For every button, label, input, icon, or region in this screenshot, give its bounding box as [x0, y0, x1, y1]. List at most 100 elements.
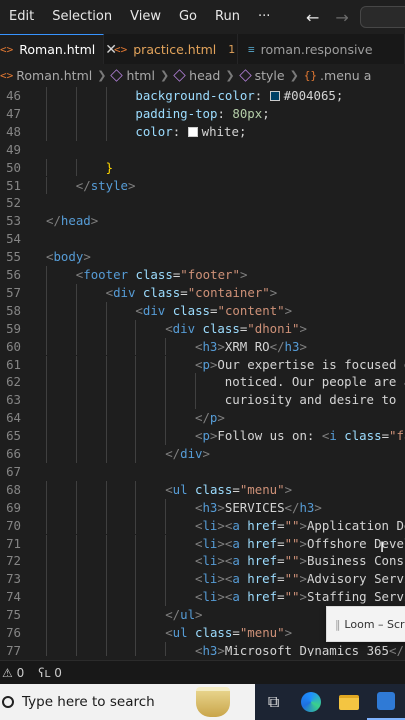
edge-browser-icon[interactable] — [292, 684, 330, 720]
menu-more[interactable]: ··· — [249, 0, 279, 34]
line-number[interactable]: 71 — [0, 535, 21, 553]
code-line[interactable]: 47 padding-top: 80px; — [0, 104, 405, 123]
code-line[interactable]: 71<li><a href="">Offshore Develo — [0, 534, 405, 553]
code-line[interactable]: 68 <ul class="menu"> — [0, 480, 405, 499]
indent-guide — [135, 534, 137, 553]
line-number[interactable]: 63 — [0, 391, 21, 409]
breadcrumb-style[interactable]: style — [255, 68, 285, 83]
menu-view[interactable]: View — [121, 0, 170, 34]
breadcrumb-head[interactable]: head — [189, 68, 220, 83]
code-line[interactable]: 49 — [0, 141, 405, 159]
line-number[interactable]: 70 — [0, 517, 21, 535]
code-line[interactable]: 48 color: white; — [0, 122, 405, 141]
line-number[interactable]: 59 — [0, 320, 21, 338]
indent-guide — [46, 87, 47, 105]
task-view-icon[interactable]: ⧉ — [255, 684, 293, 720]
code-line[interactable]: 54 — [0, 230, 405, 248]
line-number[interactable]: 48 — [0, 123, 21, 141]
code-line[interactable]: 63 curiosity and desire to sol — [0, 391, 405, 410]
line-number[interactable]: 62 — [0, 373, 21, 391]
code-line[interactable]: 50} — [0, 158, 405, 177]
line-number[interactable]: 51 — [0, 177, 21, 195]
line-number[interactable]: 60 — [0, 338, 21, 356]
code-line[interactable]: 64 </p> — [0, 409, 405, 428]
line-number[interactable]: 76 — [0, 624, 21, 642]
code-line[interactable]: 53 </head> — [0, 212, 405, 230]
command-center-search[interactable] — [360, 6, 405, 28]
color-swatch[interactable] — [269, 91, 280, 101]
line-number[interactable]: 49 — [0, 141, 21, 159]
code-line[interactable]: 72<li><a href="">Business Consul — [0, 552, 405, 571]
line-number[interactable]: 47 — [0, 105, 21, 123]
code-token: = — [277, 535, 285, 551]
loom-recording-popup[interactable]: || Loom – Scr — [326, 606, 405, 642]
menu-edit[interactable]: Edit — [0, 0, 43, 34]
line-number[interactable]: 57 — [0, 284, 21, 302]
forward-arrow-icon[interactable]: → — [335, 8, 348, 27]
problems-indicator[interactable]: ⚠ 0 — [2, 666, 24, 680]
code-line[interactable]: 61 <p>Our expertise is focused on — [0, 355, 405, 374]
line-number[interactable]: 73 — [0, 570, 21, 588]
code-line[interactable]: 60 <h3>XRM RO</h3> — [0, 337, 405, 356]
code-line[interactable]: 56 <footer class="footer"> — [0, 266, 405, 284]
line-number[interactable]: 50 — [0, 159, 21, 177]
code-line[interactable]: 46 background-color: #004065; — [0, 87, 405, 105]
code-line[interactable]: 58 <div class="content"> — [0, 301, 405, 320]
indent-guide — [46, 176, 47, 195]
line-number[interactable]: 58 — [0, 302, 21, 320]
code-line[interactable]: 66 </div> — [0, 445, 405, 463]
line-number[interactable]: 61 — [0, 356, 21, 374]
code-editor[interactable]: 46 background-color: #004065; 47 padding-to… — [0, 86, 405, 656]
back-arrow-icon[interactable]: ← — [306, 8, 319, 27]
line-number[interactable]: 69 — [0, 499, 21, 517]
breadcrumb-file[interactable]: Roman.html — [16, 68, 92, 83]
vscode-app-icon[interactable] — [367, 684, 405, 720]
code-line[interactable]: 57 <div class="container"> — [0, 283, 405, 302]
line-number[interactable]: 75 — [0, 606, 21, 624]
code-line[interactable]: 55 <body> — [0, 248, 405, 266]
menu-run[interactable]: Run — [206, 0, 249, 34]
file-explorer-icon[interactable] — [330, 684, 368, 720]
code-line[interactable]: 77<h3>Microsoft Dynamics 365</h3> — [0, 641, 405, 656]
line-number[interactable]: 77 — [0, 642, 21, 656]
line-number[interactable]: 74 — [0, 588, 21, 606]
color-swatch[interactable] — [187, 126, 198, 137]
line-number[interactable]: 64 — [0, 409, 21, 427]
menu-selection[interactable]: Selection — [43, 0, 121, 34]
tab-roman-responsive[interactable]: ≡ roman.responsive — [238, 34, 405, 64]
indent-guide — [46, 606, 47, 624]
code-line[interactable]: 69 <h3>SERVICES</h3> — [0, 498, 405, 517]
line-number[interactable]: 53 — [0, 212, 21, 230]
tab-practice-html[interactable]: <> practice.html 1 — [104, 34, 238, 64]
line-number[interactable]: 56 — [0, 266, 21, 284]
line-number[interactable]: 68 — [0, 481, 21, 499]
code-line[interactable]: 51 </style> — [0, 176, 405, 195]
code-line[interactable]: 59 <div class="dhoni"> — [0, 319, 405, 338]
line-number[interactable]: 67 — [0, 463, 21, 481]
code-line[interactable]: 62 noticed. Our people are agi — [0, 373, 405, 392]
code-line[interactable]: 65 <p>Follow us on: <i class="fa- — [0, 427, 405, 445]
ports-indicator[interactable]: ʕʟ 0 — [38, 666, 62, 680]
menu-go[interactable]: Go — [170, 0, 206, 34]
drag-handle-icon[interactable]: || — [335, 618, 341, 631]
line-number[interactable]: 66 — [0, 445, 21, 463]
line-number[interactable]: 55 — [0, 248, 21, 266]
line-number[interactable]: 72 — [0, 552, 21, 570]
code-token: > — [269, 284, 278, 300]
code-line[interactable]: 73<li><a href="">Advisory Servic — [0, 570, 405, 589]
breadcrumb-selector[interactable]: .menu a — [320, 68, 371, 83]
line-number[interactable]: 46 — [0, 87, 21, 105]
code-line[interactable]: 52 — [0, 194, 405, 212]
code-token: "menu" — [239, 625, 285, 640]
taskbar-search[interactable]: Type here to search — [0, 684, 255, 720]
code-line[interactable]: 67 — [0, 463, 405, 481]
line-number[interactable]: 52 — [0, 194, 21, 212]
breadcrumb-html[interactable]: html — [126, 68, 154, 83]
indent-guide — [165, 534, 167, 553]
tab-roman-html[interactable]: <> Roman.html ✕ — [0, 34, 117, 64]
line-number[interactable]: 65 — [0, 427, 21, 445]
indent-guide — [75, 337, 77, 356]
code-line[interactable]: 74<li><a href="">Staffing Servic — [0, 588, 405, 607]
code-line[interactable]: 70<li><a href="">Application Deve — [0, 516, 405, 535]
line-number[interactable]: 54 — [0, 230, 21, 248]
